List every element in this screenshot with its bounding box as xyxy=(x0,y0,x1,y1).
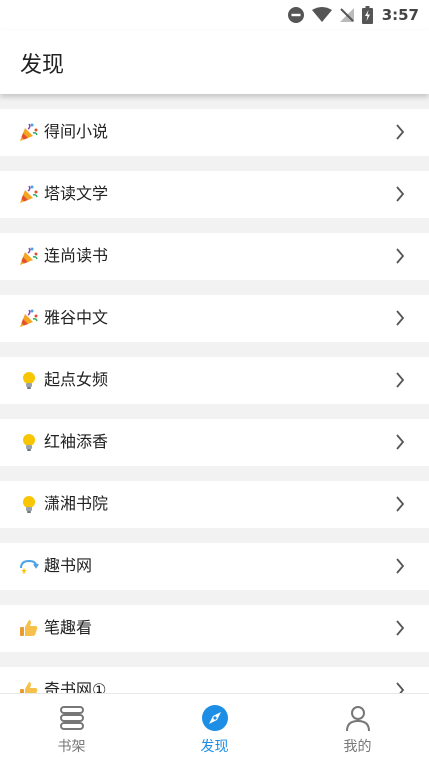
thumbs-up-icon xyxy=(19,618,39,638)
source-list-item[interactable]: 雅谷中文 xyxy=(0,295,429,342)
dizzy-icon xyxy=(19,556,39,576)
tab-bookshelf[interactable]: 书架 xyxy=(0,694,143,763)
chevron-right-icon xyxy=(395,310,405,326)
party-popper-icon xyxy=(19,122,39,142)
chevron-right-icon xyxy=(395,248,405,264)
chevron-right-icon xyxy=(395,682,405,693)
source-list-item[interactable]: 起点女频 xyxy=(0,357,429,404)
tab-label: 书架 xyxy=(57,739,86,755)
source-list[interactable]: 得间小说塔读文学连尚读书雅谷中文起点女频红袖添香潇湘书院趣书网笔趣看奇书网① xyxy=(0,94,429,693)
source-list-item[interactable]: 连尚读书 xyxy=(0,233,429,280)
tab-mine[interactable]: 我的 xyxy=(286,694,429,763)
chevron-right-icon xyxy=(395,372,405,388)
wifi-icon xyxy=(311,7,332,22)
tab-discover[interactable]: 发现 xyxy=(143,694,286,763)
source-list-item[interactable]: 红袖添香 xyxy=(0,419,429,466)
bottom-tab-bar: 书架 发现 我的 xyxy=(0,693,429,762)
source-list-item-label: 起点女频 xyxy=(44,370,109,389)
source-list-inner: 得间小说塔读文学连尚读书雅谷中文起点女频红袖添香潇湘书院趣书网笔趣看奇书网① xyxy=(0,94,429,693)
chevron-right-icon xyxy=(395,434,405,450)
source-list-item-label: 得间小说 xyxy=(44,122,109,141)
source-list-item[interactable]: 得间小说 xyxy=(0,109,429,156)
light-bulb-icon xyxy=(19,370,39,390)
light-bulb-icon xyxy=(19,494,39,514)
source-list-item[interactable]: 笔趣看 xyxy=(0,605,429,652)
tab-label: 我的 xyxy=(343,739,372,755)
status-bar: 3:57 xyxy=(0,0,429,30)
source-list-item[interactable]: 奇书网① xyxy=(0,667,429,693)
light-bulb-icon xyxy=(19,432,39,452)
chevron-right-icon xyxy=(395,620,405,636)
chevron-right-icon xyxy=(395,496,405,512)
bookshelf-icon xyxy=(59,706,84,730)
source-list-item-label: 雅谷中文 xyxy=(44,308,109,327)
status-time: 3:57 xyxy=(381,6,419,24)
app-bar: 发现 xyxy=(0,30,429,94)
source-list-item-label: 连尚读书 xyxy=(44,246,109,265)
party-popper-icon xyxy=(19,246,39,266)
battery-charging-icon xyxy=(361,6,373,24)
page-title: 发现 xyxy=(20,53,65,78)
tab-label: 发现 xyxy=(200,739,229,755)
source-list-item[interactable]: 潇湘书院 xyxy=(0,481,429,528)
source-list-item[interactable]: 趣书网 xyxy=(0,543,429,590)
source-list-item-label: 潇湘书院 xyxy=(44,494,109,513)
compass-icon xyxy=(201,705,228,731)
source-list-item-label: 奇书网① xyxy=(44,680,107,693)
person-icon xyxy=(345,706,370,732)
no-signal-icon xyxy=(339,8,354,22)
party-popper-icon xyxy=(19,308,39,328)
source-list-item-label: 笔趣看 xyxy=(44,618,93,637)
do-not-disturb-icon xyxy=(287,7,304,23)
chevron-right-icon xyxy=(395,124,405,140)
source-list-item-label: 趣书网 xyxy=(44,556,93,575)
source-list-item[interactable]: 塔读文学 xyxy=(0,171,429,218)
source-list-item-label: 塔读文学 xyxy=(44,184,109,203)
source-list-item-label: 红袖添香 xyxy=(44,432,109,451)
party-popper-icon xyxy=(19,184,39,204)
chevron-right-icon xyxy=(395,558,405,574)
thumbs-up-icon xyxy=(19,680,39,693)
chevron-right-icon xyxy=(395,186,405,202)
status-icons: 3:57 xyxy=(287,4,419,26)
